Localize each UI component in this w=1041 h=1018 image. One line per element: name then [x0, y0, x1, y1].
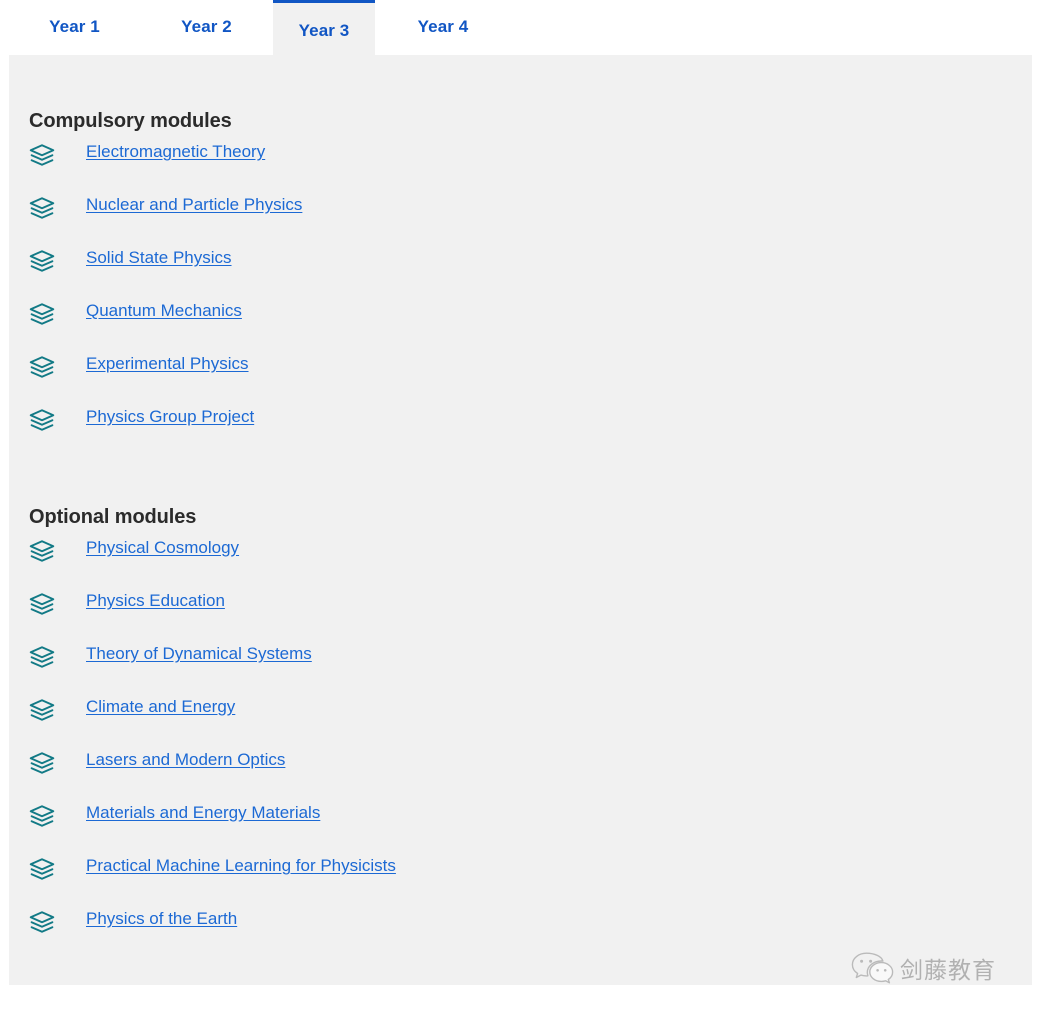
- module-link[interactable]: Quantum Mechanics: [86, 301, 242, 321]
- tab-year-1[interactable]: Year 1: [9, 0, 140, 58]
- module-link[interactable]: Physics Education: [86, 591, 225, 611]
- layers-icon: [29, 197, 55, 221]
- optional-modules-list: Physical Cosmology Physics Education T: [29, 538, 396, 962]
- wechat-icon: [850, 950, 894, 986]
- layers-icon: [29, 303, 55, 327]
- module-link[interactable]: Theory of Dynamical Systems: [86, 644, 312, 664]
- list-item[interactable]: Practical Machine Learning for Physicist…: [29, 856, 396, 909]
- list-item[interactable]: Climate and Energy: [29, 697, 396, 750]
- year-3-modules-panel: Compulsory modules Electromagnetic Theor…: [9, 55, 1032, 985]
- optional-modules-heading: Optional modules: [29, 506, 196, 529]
- list-item[interactable]: Electromagnetic Theory: [29, 142, 302, 195]
- layers-icon: [29, 593, 55, 617]
- module-link[interactable]: Experimental Physics: [86, 354, 249, 374]
- layers-icon: [29, 540, 55, 564]
- tab-year-4[interactable]: Year 4: [375, 0, 511, 58]
- module-link[interactable]: Nuclear and Particle Physics: [86, 195, 302, 215]
- layers-icon: [29, 409, 55, 433]
- module-link[interactable]: Lasers and Modern Optics: [86, 750, 285, 770]
- tab-year-2[interactable]: Year 2: [140, 0, 273, 58]
- list-item[interactable]: Nuclear and Particle Physics: [29, 195, 302, 248]
- list-item[interactable]: Physical Cosmology: [29, 538, 396, 591]
- layers-icon: [29, 646, 55, 670]
- module-link[interactable]: Practical Machine Learning for Physicist…: [86, 856, 396, 876]
- list-item[interactable]: Physics Group Project: [29, 407, 302, 460]
- list-item[interactable]: Experimental Physics: [29, 354, 302, 407]
- module-link[interactable]: Materials and Energy Materials: [86, 803, 320, 823]
- tab-label: Year 4: [418, 17, 469, 37]
- list-item[interactable]: Physics Education: [29, 591, 396, 644]
- list-item[interactable]: Materials and Energy Materials: [29, 803, 396, 856]
- layers-icon: [29, 858, 55, 882]
- layers-icon: [29, 805, 55, 829]
- tab-bar-spacer: [511, 0, 1032, 58]
- wechat-watermark: 剑藤教育: [850, 950, 996, 986]
- module-link[interactable]: Electromagnetic Theory: [86, 142, 265, 162]
- tab-year-3[interactable]: Year 3: [273, 0, 375, 58]
- layers-icon: [29, 250, 55, 274]
- tab-label: Year 2: [181, 17, 232, 37]
- list-item[interactable]: Solid State Physics: [29, 248, 302, 301]
- layers-icon: [29, 752, 55, 776]
- list-item[interactable]: Quantum Mechanics: [29, 301, 302, 354]
- module-link[interactable]: Physics Group Project: [86, 407, 254, 427]
- module-link[interactable]: Physics of the Earth: [86, 909, 237, 929]
- layers-icon: [29, 144, 55, 168]
- compulsory-modules-list: Electromagnetic Theory Nuclear and Parti…: [29, 142, 302, 460]
- list-item[interactable]: Physics of the Earth: [29, 909, 396, 962]
- compulsory-modules-heading: Compulsory modules: [29, 110, 232, 133]
- layers-icon: [29, 699, 55, 723]
- module-link[interactable]: Physical Cosmology: [86, 538, 239, 558]
- layers-icon: [29, 356, 55, 380]
- tab-label: Year 3: [299, 21, 350, 41]
- list-item[interactable]: Lasers and Modern Optics: [29, 750, 396, 803]
- module-link[interactable]: Solid State Physics: [86, 248, 232, 268]
- module-link[interactable]: Climate and Energy: [86, 697, 235, 717]
- list-item[interactable]: Theory of Dynamical Systems: [29, 644, 396, 697]
- year-tab-bar: Year 1 Year 2 Year 3 Year 4: [9, 0, 1032, 58]
- watermark-text: 剑藤教育: [900, 951, 996, 985]
- tab-label: Year 1: [49, 17, 100, 37]
- layers-icon: [29, 911, 55, 935]
